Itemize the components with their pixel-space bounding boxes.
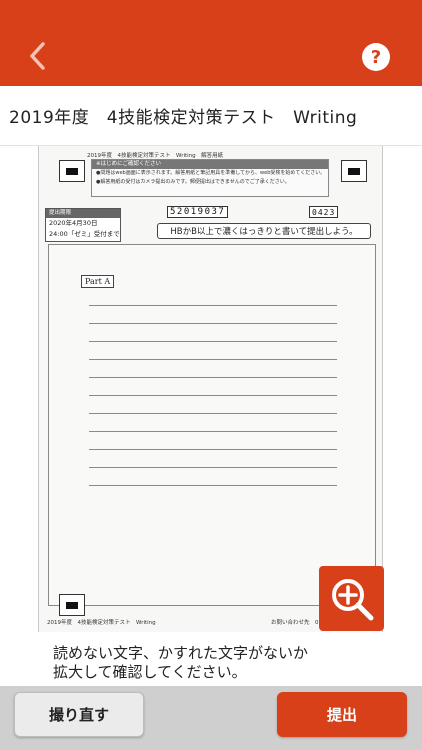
check-message-line1: 読めない文字、かすれた文字がないか bbox=[53, 644, 309, 662]
help-icon: ? bbox=[370, 46, 382, 68]
check-message: 読めない文字、かすれた文字がないか 拡大して確認してください。 bbox=[0, 640, 422, 686]
sheet-header-text: 2019年度 4技能検定対策テスト Writing 解答用紙 bbox=[87, 153, 224, 159]
notice-line: ●問題はweb画面に表示されます。解答用紙と筆記用具を準備してから、web受検を… bbox=[96, 170, 326, 176]
student-id-box: 52019037 bbox=[167, 206, 229, 218]
registration-marker bbox=[341, 160, 367, 182]
writing-line bbox=[89, 467, 337, 468]
writing-line bbox=[89, 413, 337, 414]
zoom-button[interactable] bbox=[319, 566, 384, 631]
deadline-title: 提出期限 bbox=[46, 209, 120, 218]
writing-line bbox=[89, 395, 337, 396]
registration-marker bbox=[59, 594, 85, 616]
writing-line bbox=[89, 449, 337, 450]
deadline-date: 2020年4月30日 bbox=[49, 219, 98, 227]
deadline-box: 提出期限 2020年4月30日 24:00「ゼミ」受付まで bbox=[45, 208, 121, 242]
retake-button[interactable]: 撮り直す bbox=[14, 692, 144, 737]
side-number: 0423 bbox=[312, 207, 336, 217]
registration-marker bbox=[59, 160, 85, 182]
student-id: 52019037 bbox=[170, 207, 226, 217]
writing-line bbox=[89, 359, 337, 360]
notice-line: ●解答用紙の受付はカメラ提出のみです。郵便提出はできませんのでご了承ください。 bbox=[96, 179, 290, 185]
back-button[interactable] bbox=[20, 36, 54, 76]
writing-line bbox=[89, 341, 337, 342]
side-number-box: 0423 bbox=[309, 206, 339, 218]
zoom-in-icon bbox=[331, 578, 373, 620]
sheet-footer-left: 2019年度 4技能検定対策テスト Writing bbox=[47, 620, 156, 626]
pencil-instruction: HBかB以上で濃くはっきりと書いて提出しよう。 bbox=[157, 223, 371, 239]
test-title: 2019年度 4技能検定対策テスト Writing bbox=[9, 108, 358, 128]
writing-line bbox=[89, 323, 337, 324]
submit-button[interactable]: 提出 bbox=[277, 692, 407, 737]
test-title-bar: 2019年度 4技能検定対策テスト Writing bbox=[0, 86, 422, 146]
part-label: Part A bbox=[81, 275, 115, 288]
help-button[interactable]: ? bbox=[362, 43, 390, 71]
answer-area: Part A bbox=[48, 244, 376, 606]
check-message-line2: 拡大して確認してください。 bbox=[53, 663, 247, 681]
answer-sheet-photo: 2019年度 4技能検定対策テスト Writing 解答用紙 ※はじめにご確認く… bbox=[38, 146, 383, 632]
notice-title: ※はじめにご確認ください bbox=[92, 160, 328, 169]
writing-line bbox=[89, 431, 337, 432]
pencil-instruction-text: HBかB以上で濃くはっきりと書いて提出しよう。 bbox=[170, 227, 358, 237]
writing-line bbox=[89, 377, 337, 378]
bottom-action-bar: 撮り直す 提出 bbox=[0, 686, 422, 750]
notice-box: ※はじめにご確認ください ●問題はweb画面に表示されます。解答用紙と筆記用具を… bbox=[91, 159, 329, 197]
writing-line bbox=[89, 305, 337, 306]
deadline-time: 24:00「ゼミ」受付まで bbox=[49, 230, 120, 238]
chevron-left-icon bbox=[30, 42, 45, 70]
app-bar: ? bbox=[0, 0, 422, 86]
writing-line bbox=[89, 485, 337, 486]
